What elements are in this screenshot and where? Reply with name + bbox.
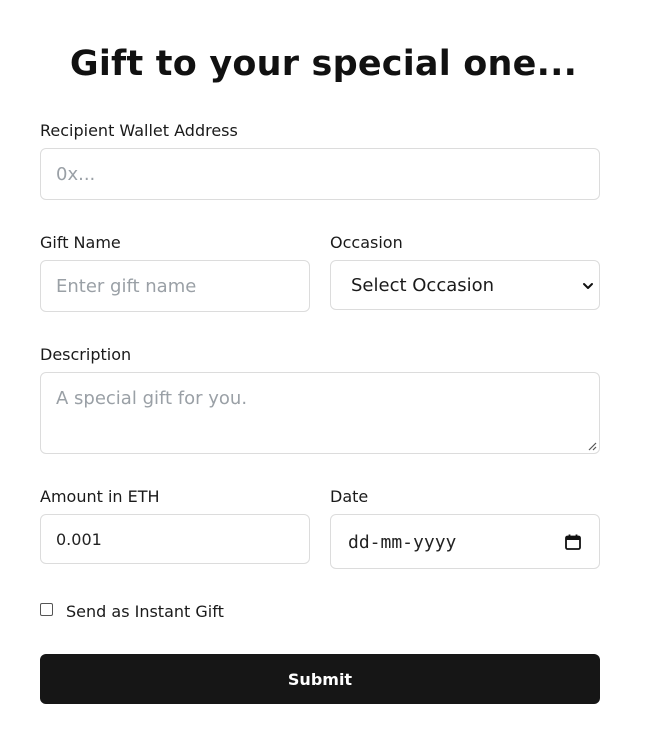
recipient-label: Recipient Wallet Address <box>40 121 238 140</box>
gift-name-label: Gift Name <box>40 233 121 252</box>
page-title: Gift to your special one... <box>69 44 578 84</box>
submit-button[interactable]: Submit <box>40 654 600 704</box>
description-label: Description <box>40 345 132 364</box>
amount-label: Amount in ETH <box>40 487 160 506</box>
recipient-wallet-input[interactable]: 0x... <box>40 148 600 200</box>
amount-eth-input[interactable]: 0.001 <box>40 514 310 564</box>
recipient-placeholder: 0x... <box>56 164 96 185</box>
instant-gift-checkbox[interactable] <box>40 603 53 616</box>
occasion-label: Occasion <box>330 233 403 252</box>
description-textarea[interactable]: A special gift for you. <box>40 372 600 454</box>
amount-value: 0.001 <box>56 530 102 549</box>
chevron-down-icon <box>583 283 593 289</box>
date-label: Date <box>330 487 369 506</box>
resize-handle-icon[interactable] <box>586 440 597 451</box>
instant-gift-label[interactable]: Send as Instant Gift <box>66 602 224 621</box>
date-input[interactable]: dd-mm-yyyy <box>330 514 600 569</box>
occasion-select[interactable]: Select Occasion <box>330 260 600 310</box>
submit-button-label: Submit <box>287 669 353 689</box>
calendar-icon[interactable] <box>564 533 582 551</box>
date-placeholder: dd-mm-yyyy <box>348 532 457 553</box>
description-placeholder: A special gift for you. <box>56 388 248 409</box>
gift-form-page: Gift to your special one... Recipient Wa… <box>0 0 647 745</box>
gift-name-placeholder: Enter gift name <box>56 276 197 297</box>
occasion-selected-value: Select Occasion <box>351 275 495 296</box>
gift-name-input[interactable]: Enter gift name <box>40 260 310 312</box>
